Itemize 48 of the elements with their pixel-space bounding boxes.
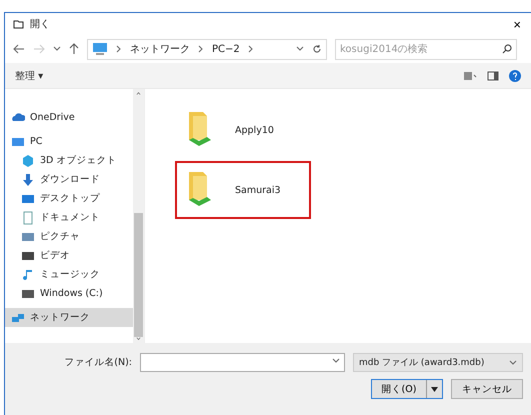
filename-field[interactable] (140, 353, 345, 372)
scroll-down-icon[interactable] (135, 336, 142, 340)
search-field[interactable]: kosugi2014の検索 (335, 38, 517, 60)
preview-pane-icon[interactable] (487, 70, 499, 80)
document-icon (21, 210, 35, 224)
down-arrow-icon (21, 172, 35, 186)
sidebar-item[interactable]: ビデオ (5, 246, 133, 265)
sidebar-item[interactable]: デスクトップ (5, 189, 133, 208)
file-type-dropdown[interactable]: mdb ファイル (award3.mdb) (353, 353, 523, 372)
sidebar-item[interactable]: Windows (C:) (5, 284, 133, 303)
scroll-up-icon[interactable] (135, 92, 142, 96)
address-bar[interactable]: ネットワーク PC−2 (87, 38, 327, 60)
organize-menu[interactable]: 整理 ▾ (15, 68, 44, 82)
open-button[interactable]: 開く(O) (371, 379, 443, 399)
sidebar-item[interactable]: ダウンロード (5, 170, 133, 189)
sidebar-item[interactable]: ミュージック (5, 265, 133, 284)
folder-item[interactable]: Samurai3 (175, 161, 311, 219)
search-icon (502, 44, 512, 54)
view-options-icon[interactable] (463, 70, 477, 80)
cube-icon (21, 154, 35, 168)
back-arrow-icon[interactable] (13, 44, 25, 54)
help-icon[interactable] (509, 70, 521, 82)
music-note-icon (21, 268, 35, 282)
filename-label: ファイル名(N): (64, 356, 132, 369)
dropdown-icon (332, 358, 340, 364)
cancel-button[interactable]: キャンセル (451, 379, 523, 399)
caret-icon (431, 386, 438, 392)
chevron-icon (248, 45, 254, 53)
dropdown-icon (509, 360, 517, 366)
sidebar-item[interactable]: ドキュメント (5, 208, 133, 227)
up-arrow-icon[interactable] (69, 43, 79, 55)
folder-item[interactable]: Apply10 (175, 101, 311, 159)
refresh-icon[interactable] (312, 44, 322, 54)
breadcrumb[interactable]: ネットワーク (130, 42, 190, 56)
breadcrumb[interactable]: PC−2 (212, 44, 240, 54)
folder-icon (13, 19, 24, 29)
chevron-icon (198, 45, 204, 53)
sidebar-item[interactable]: ネットワーク (5, 308, 133, 327)
sidebar-item[interactable]: ピクチャ (5, 227, 133, 246)
chevron-icon (116, 45, 122, 53)
close-button[interactable]: × (511, 16, 523, 32)
scrollbar[interactable] (133, 89, 144, 343)
sidebar-item[interactable]: OneDrive (5, 108, 133, 127)
window-title: 開く (30, 18, 51, 31)
recent-dropdown-icon (53, 46, 61, 52)
sidebar-item[interactable]: 3D オブジェクト (5, 151, 133, 170)
dropdown-icon (296, 46, 304, 52)
sidebar-item[interactable]: PC (5, 132, 133, 151)
